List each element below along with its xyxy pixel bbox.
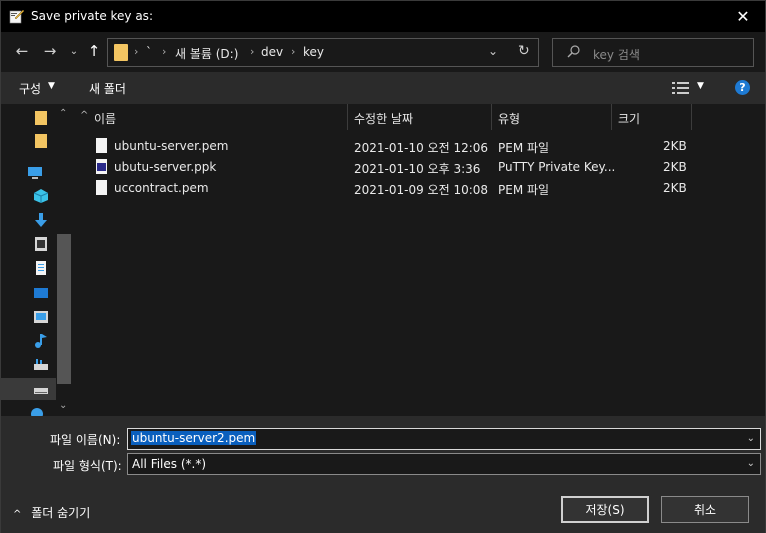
column-label: 크기	[618, 112, 641, 126]
scrollbar-thumb[interactable]	[57, 234, 71, 384]
view-options-icon[interactable]	[672, 81, 690, 95]
save-button[interactable]: 저장(S)	[561, 496, 649, 523]
filetype-value: All Files (*.*)	[132, 457, 207, 471]
filename-field[interactable]: ubuntu-server2.pem ⌄	[127, 428, 761, 450]
column-label: 수정한 날짜	[354, 112, 414, 126]
this-pc-icon[interactable]	[27, 165, 43, 181]
music-icon[interactable]	[33, 333, 49, 349]
file-list: 이름 ^ 수정한 날짜 유형 크기 ubuntu-server.pem 2021…	[74, 104, 765, 416]
refresh-icon[interactable]: ↻	[518, 43, 530, 59]
filename-label: 파일 이름(N):	[50, 433, 121, 447]
3d-objects-icon[interactable]	[33, 188, 49, 204]
filetype-select[interactable]: All Files (*.*) ⌄	[127, 453, 761, 475]
help-button[interactable]: ?	[735, 80, 750, 95]
filename-input[interactable]: ubuntu-server2.pem	[131, 431, 257, 445]
caret-down-icon: ▼	[48, 81, 55, 91]
cancel-button[interactable]: 취소	[661, 496, 749, 523]
scroll-up-icon[interactable]: ⌃	[59, 108, 67, 119]
downloads-icon[interactable]	[33, 212, 49, 228]
pictures-icon[interactable]	[33, 309, 49, 325]
chevron-down-icon: ⌄	[69, 45, 79, 57]
breadcrumb-key[interactable]: key	[303, 45, 324, 59]
file-modified: 2021-01-10 오후 3:36	[354, 162, 481, 176]
file-row[interactable]: ubutu-server.ppk 2021-01-10 오후 3:36 PuTT…	[74, 157, 765, 178]
chevron-down-icon[interactable]: ⌄	[747, 458, 755, 469]
breadcrumb-drive[interactable]: 새 볼륨 (D:)	[175, 45, 238, 62]
hide-folders-button[interactable]: ^ 폴더 숨기기	[13, 504, 90, 521]
title-bar: Save private key as: ✕	[1, 1, 765, 32]
sort-ascending-icon: ^	[80, 110, 89, 121]
sidebar-scrollbar[interactable]: ⌃ ⌄	[56, 104, 72, 416]
save-dialog: Save private key as: ✕ ← → ⌄ ↑ › ` › 새 볼…	[0, 0, 766, 533]
navigation-pane: ⌃ ⌄	[1, 104, 73, 416]
save-form: 파일 이름(N): ubuntu-server2.pem ⌄ 파일 형식(T):…	[1, 416, 765, 533]
address-dropdown-icon[interactable]: ⌄	[488, 44, 498, 58]
filetype-label: 파일 형식(T):	[53, 459, 122, 473]
network-icon[interactable]	[29, 406, 45, 416]
close-button[interactable]: ✕	[721, 1, 765, 32]
desktop-icon[interactable]	[33, 285, 49, 301]
new-folder-button[interactable]: 새 폴더	[89, 80, 126, 97]
organize-button[interactable]: 구성	[19, 80, 41, 97]
file-row[interactable]: uccontract.pem 2021-01-09 오전 10:08 PEM 파…	[74, 178, 765, 199]
breadcrumb-separator[interactable]: ›	[250, 45, 254, 58]
network-drive-icon[interactable]	[33, 357, 49, 373]
caret-down-icon[interactable]: ▼	[697, 81, 704, 91]
file-modified: 2021-01-09 오전 10:08	[354, 183, 489, 197]
hide-folders-label: 폴더 숨기기	[31, 506, 91, 520]
close-icon: ✕	[736, 7, 750, 26]
file-size: 2KB	[663, 181, 687, 195]
search-icon	[567, 45, 580, 58]
folder-icon	[114, 44, 128, 61]
file-name: ubuntu-server.pem	[114, 139, 229, 153]
folder-icon[interactable]	[33, 132, 49, 148]
column-header-name[interactable]: 이름 ^	[74, 104, 348, 130]
arrow-right-icon: →	[43, 42, 57, 60]
document-icon	[96, 180, 107, 195]
toolbar: 구성 ▼ 새 폴더 ▼ ?	[1, 72, 765, 104]
chevron-down-icon[interactable]: ⌄	[747, 433, 755, 444]
scroll-down-icon[interactable]: ⌄	[59, 400, 67, 411]
help-icon: ?	[739, 81, 746, 94]
file-name: ubutu-server.ppk	[114, 160, 217, 174]
forward-button[interactable]: →	[39, 40, 61, 62]
chevron-up-icon: ^	[13, 509, 22, 520]
breadcrumb-separator[interactable]: ›	[134, 45, 138, 58]
search-box[interactable]: key 검색	[552, 38, 754, 67]
drive-icon[interactable]	[33, 382, 49, 398]
videos-icon[interactable]	[33, 236, 49, 252]
documents-icon[interactable]	[33, 260, 49, 276]
column-label: 유형	[498, 112, 521, 126]
file-type: PuTTY Private Key...	[498, 160, 616, 174]
file-modified: 2021-01-10 오전 12:06	[354, 141, 489, 155]
column-header-modified[interactable]: 수정한 날짜	[348, 104, 492, 130]
breadcrumb-dev[interactable]: dev	[261, 45, 283, 59]
column-header-type[interactable]: 유형	[492, 104, 612, 130]
file-size: 2KB	[663, 139, 687, 153]
file-row[interactable]: ubuntu-server.pem 2021-01-10 오전 12:06 PE…	[74, 136, 765, 157]
folder-icon[interactable]	[33, 109, 49, 125]
file-type: PEM 파일	[498, 141, 550, 155]
file-size: 2KB	[663, 160, 687, 174]
back-button[interactable]: ←	[11, 40, 33, 62]
breadcrumb-separator[interactable]: ›	[162, 45, 166, 58]
putty-keygen-icon	[9, 9, 25, 24]
arrow-up-icon: ↑	[87, 42, 101, 60]
search-input[interactable]: key 검색	[593, 46, 640, 63]
column-label: 이름	[94, 112, 117, 126]
putty-key-mark	[97, 163, 106, 171]
address-bar[interactable]: › ` › 새 볼륨 (D:) › dev › key ⌄ ↻	[107, 38, 539, 67]
document-icon	[96, 138, 107, 153]
recent-locations-button[interactable]: ⌄	[63, 40, 85, 62]
breadcrumb-root[interactable]: `	[146, 45, 152, 59]
up-button[interactable]: ↑	[83, 40, 105, 62]
file-name: uccontract.pem	[114, 181, 209, 195]
putty-key-icon	[96, 159, 107, 174]
arrow-left-icon: ←	[15, 42, 29, 60]
column-header-size[interactable]: 크기	[612, 104, 692, 130]
file-type: PEM 파일	[498, 183, 550, 197]
window-title: Save private key as:	[31, 9, 153, 23]
breadcrumb-separator[interactable]: ›	[291, 45, 295, 58]
navigation-bar: ← → ⌄ ↑ › ` › 새 볼륨 (D:) › dev › key ⌄ ↻ …	[1, 32, 765, 72]
